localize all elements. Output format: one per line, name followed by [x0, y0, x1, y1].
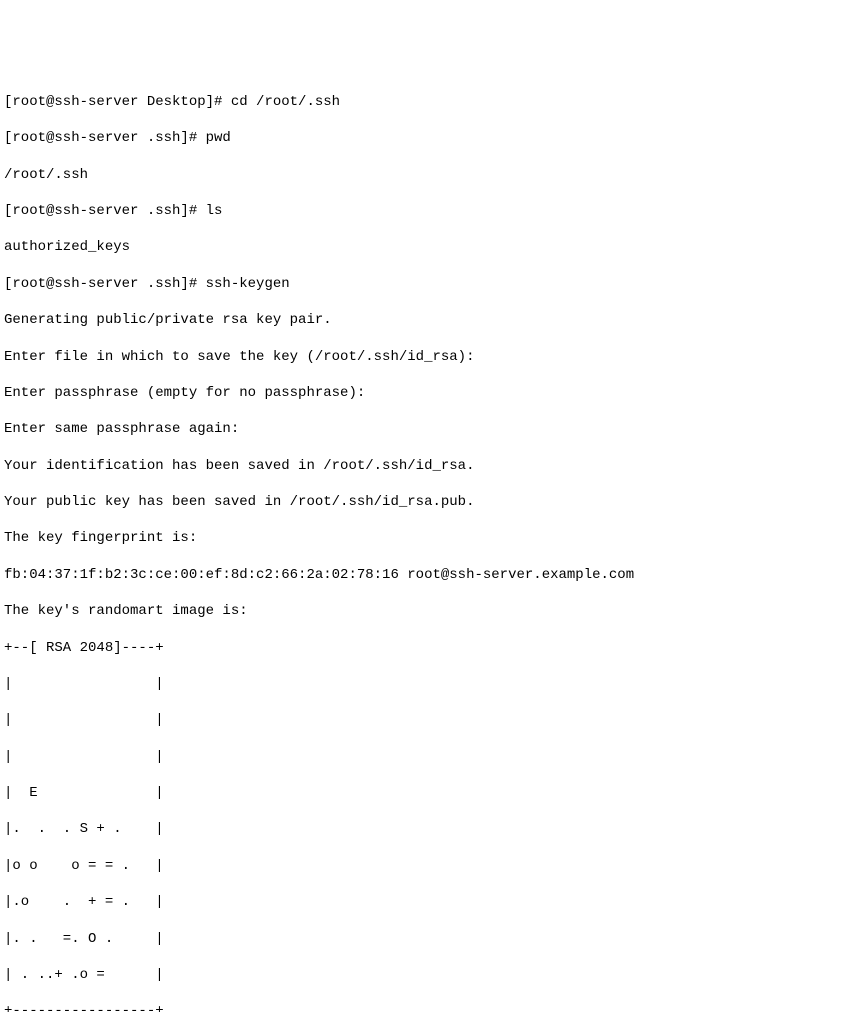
terminal-line: | . ..+ .o = |: [4, 966, 837, 984]
terminal-output[interactable]: [root@ssh-server Desktop]# cd /root/.ssh…: [4, 75, 837, 577]
terminal-line: | |: [4, 711, 837, 729]
terminal-line: | |: [4, 748, 837, 766]
terminal-line: Generating public/private rsa key pair.: [4, 311, 837, 329]
terminal-line: /root/.ssh: [4, 166, 837, 184]
terminal-line: | |: [4, 675, 837, 693]
terminal-line: [root@ssh-server .ssh]# ls: [4, 202, 837, 220]
terminal-line: fb:04:37:1f:b2:3c:ce:00:ef:8d:c2:66:2a:0…: [4, 566, 837, 584]
terminal-line: |. . =. O . |: [4, 930, 837, 948]
terminal-line: +-----------------+: [4, 1002, 837, 1012]
terminal-line: |. . . S + . |: [4, 820, 837, 838]
terminal-line: [root@ssh-server Desktop]# cd /root/.ssh: [4, 93, 837, 111]
terminal-line: [root@ssh-server .ssh]# pwd: [4, 129, 837, 147]
terminal-line: Your public key has been saved in /root/…: [4, 493, 837, 511]
terminal-line: The key's randomart image is:: [4, 602, 837, 620]
terminal-line: [root@ssh-server .ssh]# ssh-keygen: [4, 275, 837, 293]
terminal-line: |.o . + = . |: [4, 893, 837, 911]
terminal-line: Your identification has been saved in /r…: [4, 457, 837, 475]
terminal-line: The key fingerprint is:: [4, 529, 837, 547]
terminal-line: Enter file in which to save the key (/ro…: [4, 348, 837, 366]
terminal-line: Enter same passphrase again:: [4, 420, 837, 438]
terminal-line: | E |: [4, 784, 837, 802]
terminal-line: |o o o = = . |: [4, 857, 837, 875]
terminal-line: +--[ RSA 2048]----+: [4, 639, 837, 657]
terminal-line: Enter passphrase (empty for no passphras…: [4, 384, 837, 402]
terminal-line: authorized_keys: [4, 238, 837, 256]
